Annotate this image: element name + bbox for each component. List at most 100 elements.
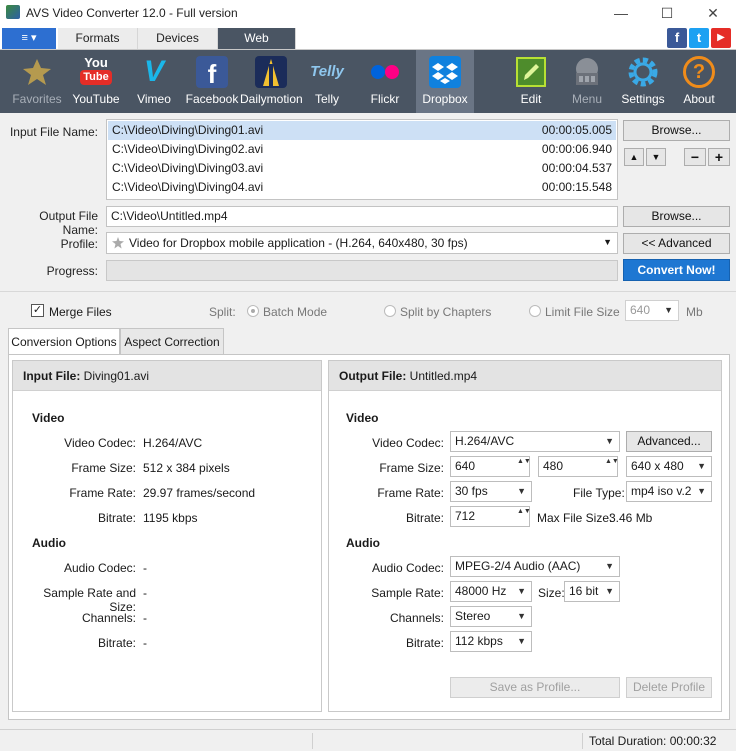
move-up-button[interactable]: ▲ (624, 148, 644, 166)
channels-dropdown[interactable]: Stereo ▼ (450, 606, 532, 627)
gear-icon (628, 57, 658, 87)
video-codec-value: H.264/AVC (455, 434, 515, 448)
toolbar-about[interactable]: ? About (672, 50, 726, 113)
video-advanced-button[interactable]: Advanced... (626, 431, 712, 452)
video-codec-dropdown[interactable]: H.264/AVC ▼ (450, 431, 620, 452)
close-button[interactable]: ✕ (690, 0, 736, 26)
maximize-button[interactable]: ☐ (644, 0, 690, 26)
split-chapters-radio[interactable] (384, 305, 396, 317)
total-duration: Total Duration: 00:00:32 (589, 734, 717, 748)
divider (0, 291, 736, 292)
limit-size-radio[interactable] (529, 305, 541, 317)
youtube-icon: You Tube (80, 56, 112, 88)
question-icon: ? (683, 56, 715, 88)
save-as-profile-button[interactable]: Save as Profile... (450, 677, 620, 698)
sample-rate-dropdown[interactable]: 48000 Hz ▼ (450, 581, 532, 602)
add-file-button[interactable]: + (708, 148, 730, 166)
convert-now-button[interactable]: Convert Now! (623, 259, 730, 281)
chevron-down-icon: ▼ (517, 586, 526, 596)
flickr-icon (371, 65, 399, 79)
input-audio-bitrate-value: - (143, 636, 147, 650)
tab-aspect-correction[interactable]: Aspect Correction (120, 328, 224, 354)
frame-size-preset-dropdown[interactable]: 640 x 480 ▼ (626, 456, 712, 477)
status-divider (582, 733, 583, 749)
toolbar-dropbox[interactable]: Dropbox (416, 50, 474, 113)
frame-size-preset-value: 640 x 480 (631, 459, 684, 473)
toolbar-youtube[interactable]: You Tube YouTube (68, 50, 124, 113)
advanced-toggle-button[interactable]: << Advanced (623, 233, 730, 254)
frame-height-stepper[interactable]: 480 ▲▼ (538, 456, 619, 477)
twitter-social-icon[interactable]: t (689, 28, 709, 48)
toolbar-edit[interactable]: Edit (504, 50, 558, 113)
file-path: C:\Video\Diving\Diving04.avi (112, 180, 264, 194)
bitrate-stepper[interactable]: 712 ▲▼ (450, 506, 531, 527)
delete-profile-button[interactable]: Delete Profile (626, 677, 712, 698)
toolbar-telly[interactable]: Telly Telly (302, 50, 352, 113)
chevron-down-icon: ▼ (697, 461, 706, 471)
toolbar-dropbox-label: Dropbox (422, 92, 468, 106)
output-browse-button[interactable]: Browse... (623, 206, 730, 227)
max-file-size-value: 3.46 Mb (609, 511, 653, 525)
toolbar-flickr[interactable]: Flickr (356, 50, 414, 113)
spin-arrows-icon: ▲▼ (605, 458, 619, 465)
profile-dropdown[interactable]: Video for Dropbox mobile application - (… (106, 232, 618, 254)
progress-bar (106, 260, 618, 281)
youtube-social-icon[interactable]: ▶ (711, 28, 731, 48)
input-audio-codec-label: Audio Codec: (63, 561, 136, 575)
audio-codec-value: MPEG-2/4 Audio (AAC) (455, 559, 581, 573)
frame-width-stepper[interactable]: 640 ▲▼ (450, 456, 531, 477)
output-audio-bitrate-label: Bitrate: (405, 636, 444, 650)
output-panel-header-label: Output File: (339, 369, 407, 383)
star-icon (112, 237, 124, 249)
title-bar: AVS Video Converter 12.0 - Full version … (0, 0, 736, 26)
spin-arrows-icon: ▲▼ (517, 508, 531, 515)
file-path: C:\Video\Diving\Diving03.avi (112, 161, 264, 175)
input-file-label: Input File Name: (9, 125, 98, 139)
toolbar-settings[interactable]: Settings (616, 50, 670, 113)
file-duration: 00:00:06.940 (541, 142, 612, 156)
limit-size-value: 640 (630, 303, 651, 317)
limit-size-dropdown[interactable]: 640 ▼ (625, 300, 679, 321)
tab-formats[interactable]: Formats (58, 28, 138, 49)
menu-disc-icon (576, 58, 598, 85)
file-row[interactable]: C:\Video\Diving\Diving01.avi 00:00:05.00… (108, 121, 616, 140)
file-row[interactable]: C:\Video\Diving\Diving04.avi 00:00:15.54… (108, 178, 616, 197)
tab-conversion-options[interactable]: Conversion Options (8, 328, 120, 355)
toolbar-favorites[interactable]: Favorites (6, 50, 68, 113)
tab-web[interactable]: Web (218, 28, 296, 49)
input-frame-size-label: Frame Size: (71, 461, 136, 475)
status-divider (312, 733, 313, 749)
input-panel-header: Input File: Diving01.avi (13, 361, 321, 391)
channels-value: Stereo (455, 609, 491, 623)
minimize-button[interactable]: — (598, 0, 644, 26)
output-file-input[interactable]: C:\Video\Untitled.mp4 (106, 206, 618, 227)
chevron-down-icon: ▼ (605, 561, 614, 571)
batch-mode-radio[interactable] (247, 305, 259, 317)
input-video-heading: Video (32, 411, 65, 425)
sample-size-dropdown[interactable]: 16 bit ▼ (564, 581, 620, 602)
file-type-dropdown[interactable]: mp4 iso v.2 ▼ (626, 481, 712, 502)
input-video-codec-label: Video Codec: (64, 436, 136, 450)
app-menu-button[interactable]: ≡ ▾ (2, 28, 56, 49)
audio-bitrate-dropdown[interactable]: 112 kbps ▼ (450, 631, 532, 652)
profile-label: Profile: (60, 237, 98, 251)
move-down-button[interactable]: ▼ (646, 148, 666, 166)
toolbar-facebook[interactable]: f Facebook (184, 50, 240, 113)
toolbar-telly-label: Telly (314, 92, 339, 106)
toolbar-menu[interactable]: Menu (560, 50, 614, 113)
audio-codec-dropdown[interactable]: MPEG-2/4 Audio (AAC) ▼ (450, 556, 620, 577)
toolbar-vimeo[interactable]: V Vimeo (126, 50, 182, 113)
frame-rate-dropdown[interactable]: 30 fps ▼ (450, 481, 532, 502)
remove-file-button[interactable]: − (684, 148, 706, 166)
vimeo-icon: V (143, 55, 164, 88)
input-channels-value: - (143, 611, 147, 625)
star-icon (23, 59, 51, 85)
chevron-down-icon: ▼ (664, 305, 673, 315)
input-browse-button[interactable]: Browse... (623, 120, 730, 141)
facebook-social-icon[interactable]: f (667, 28, 687, 48)
merge-files-checkbox[interactable]: ✓ (31, 304, 44, 317)
toolbar-dailymotion[interactable]: Dailymotion (240, 50, 303, 113)
file-row[interactable]: C:\Video\Diving\Diving02.avi 00:00:06.94… (108, 140, 616, 159)
tab-devices[interactable]: Devices (138, 28, 218, 49)
file-row[interactable]: C:\Video\Diving\Diving03.avi 00:00:04.53… (108, 159, 616, 178)
